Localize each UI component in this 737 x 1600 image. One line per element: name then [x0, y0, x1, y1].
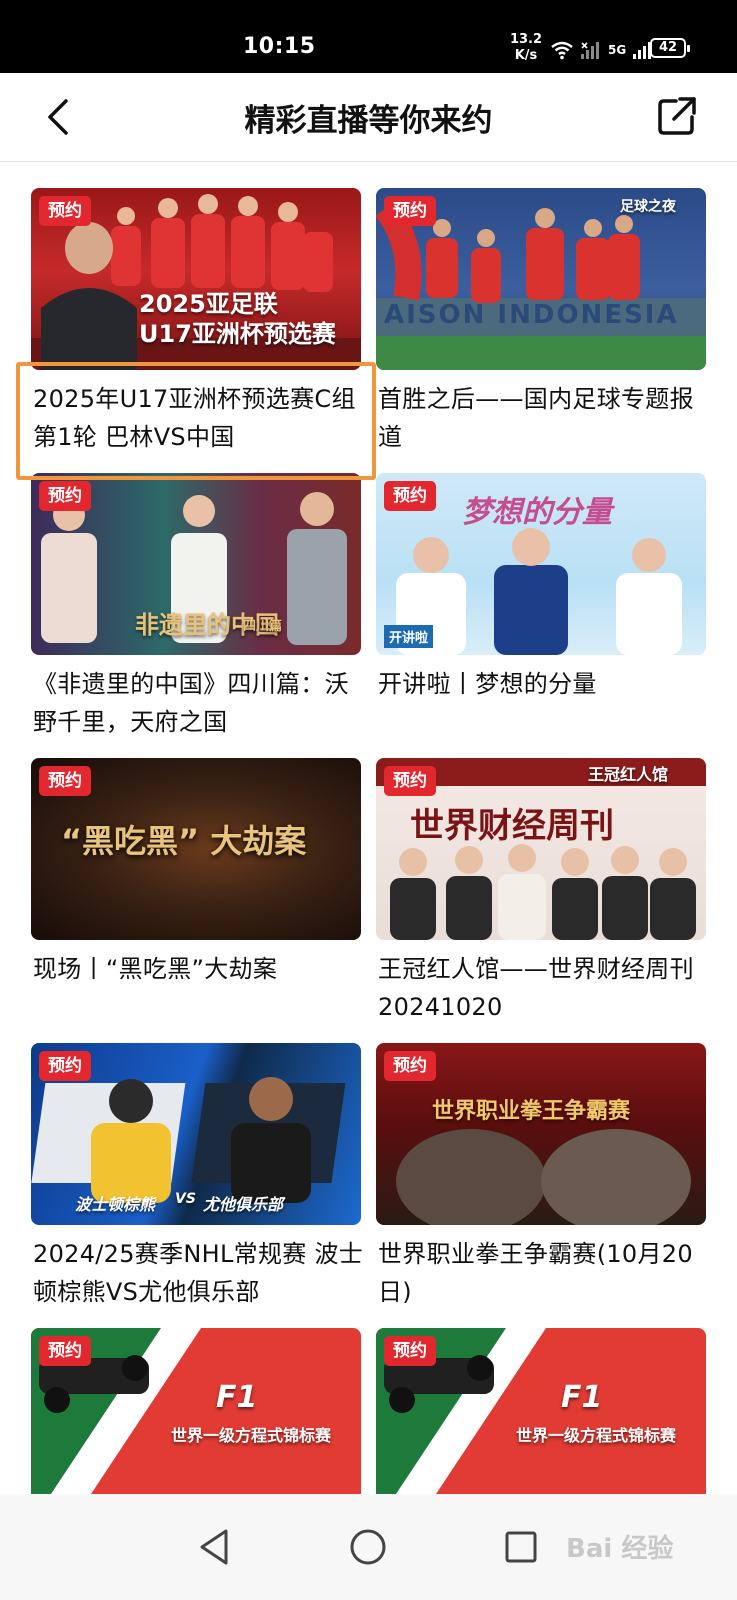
program-thumbnail: 足球之夜 AISON INDONESIA 预约: [376, 188, 706, 370]
nav-recent-button[interactable]: [496, 1522, 546, 1572]
status-bar: 10:15 13.2 K/s 5G 42: [0, 0, 737, 73]
square-recent-icon: [505, 1531, 537, 1563]
thumb-headline-2: 开讲啦: [384, 625, 434, 648]
network-type-label: 5G: [608, 43, 627, 57]
f1-logo: F1: [561, 1380, 603, 1415]
program-thumbnail: 世界职业拳王争霸赛 预约: [376, 1043, 706, 1225]
network-speed-unit: K/s: [514, 48, 538, 63]
f1-logo: F1: [216, 1380, 258, 1415]
thumb-headline-2: 四川篇: [243, 619, 283, 634]
battery-icon: 42: [650, 38, 690, 58]
thumb-headline-2: U17亚洲杯预选赛: [139, 320, 336, 348]
reserve-badge: 预约: [39, 481, 91, 511]
thumb-headline-1: 梦想的分量: [462, 495, 612, 530]
share-external-icon: [658, 97, 696, 135]
thumb-banner-text: AISON INDONESIA: [384, 300, 679, 330]
top-app-bar: 精彩直播等你来约: [0, 73, 737, 162]
share-button[interactable]: [654, 93, 700, 139]
reserve-badge: 预约: [39, 1336, 91, 1366]
program-title: 《非遗里的中国》四川篇：沃野千里，天府之国: [33, 670, 349, 736]
program-thumbnail: 王冠红人馆 世界财经周刊 预约: [376, 758, 706, 940]
reserve-badge: 预约: [39, 766, 91, 796]
clock: 10:15: [243, 34, 316, 59]
thumb-logo-text: 足球之夜: [620, 199, 676, 215]
program-thumbnail: F1 世界一级方程式锦标赛 预约: [376, 1328, 706, 1494]
circle-home-icon: [350, 1529, 386, 1565]
wifi-icon: [551, 41, 573, 60]
reserve-badge: 预约: [39, 1051, 91, 1081]
reserve-badge: 预约: [384, 1051, 436, 1081]
signal-icons: 5G: [550, 38, 654, 62]
network-speed-value: 13.2: [509, 32, 543, 47]
reserve-badge: 预约: [384, 1336, 436, 1366]
signal-bars-icon: [581, 42, 599, 59]
program-title: 世界职业拳王争霸赛(10月20日): [378, 1240, 693, 1306]
thumb-headline-1: 王冠红人馆: [588, 765, 669, 784]
reserve-badge: 预约: [384, 196, 436, 226]
thumb-headline-1: 世界职业拳王争霸赛: [432, 1099, 631, 1124]
reserve-badge: 预约: [39, 196, 91, 226]
reserve-badge: 预约: [384, 766, 436, 796]
thumb-headline-1: 世界一级方程式锦标赛: [171, 1426, 332, 1445]
program-thumbnail: 梦想的分量 开讲啦 预约: [376, 473, 706, 655]
program-title: 首胜之后——国内足球专题报道: [378, 385, 694, 451]
baidu-watermark: Bai 经验: [566, 1534, 674, 1564]
program-title: 2025年U17亚洲杯预选赛C组第1轮 巴林VS中国: [33, 385, 356, 451]
program-thumbnail: F1 世界一级方程式锦标赛 预约: [31, 1328, 361, 1494]
thumb-team-1: 波士顿棕熊: [75, 1195, 156, 1214]
program-thumbnail: “黑吃黑” 大劫案 预约: [31, 758, 361, 940]
thumb-headline-2: 世界财经周刊: [410, 806, 614, 846]
nav-home-button[interactable]: [343, 1522, 393, 1572]
nav-back-button[interactable]: [190, 1522, 240, 1572]
thumb-headline-1: “黑吃黑” 大劫案: [61, 822, 307, 860]
program-title: 王冠红人馆——世界财经周刊20241020: [378, 955, 694, 1021]
thumb-team-2: 尤他俱乐部: [203, 1195, 284, 1214]
program-thumbnail: 非遗里的中国 四川篇 预约: [31, 473, 361, 655]
reserve-badge: 预约: [384, 481, 436, 511]
program-title: 现场丨“黑吃黑”大劫案: [33, 955, 278, 983]
program-title: 开讲啦丨梦想的分量: [378, 670, 597, 698]
thumb-headline-1: 世界一级方程式锦标赛: [516, 1426, 677, 1445]
triangle-back-icon: [200, 1529, 228, 1565]
page-title: 精彩直播等你来约: [244, 103, 493, 139]
program-title: 2024/25赛季NHL常规赛 波士顿棕熊VS尤他俱乐部: [33, 1240, 364, 1306]
program-thumbnail: 波士顿棕熊 VS 尤他俱乐部 预约: [31, 1043, 361, 1225]
thumb-vs: VS: [175, 1191, 196, 1207]
program-thumbnail: 2025亚足联 U17亚洲杯预选赛 预约: [31, 188, 361, 370]
network-speed: 13.2 K/s: [508, 32, 544, 64]
